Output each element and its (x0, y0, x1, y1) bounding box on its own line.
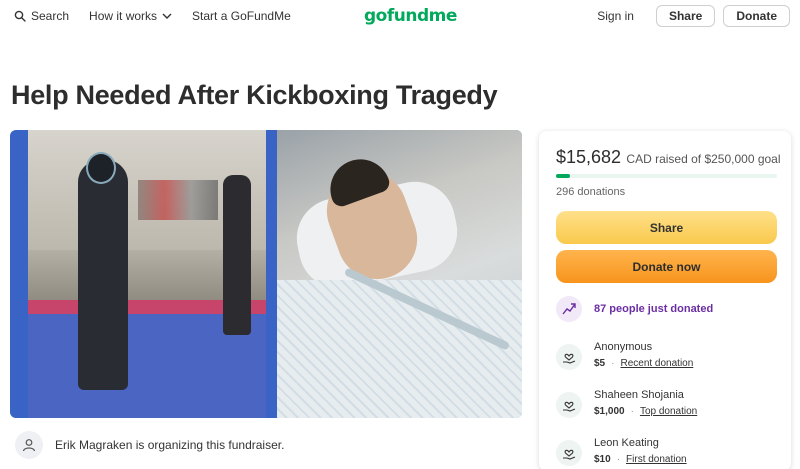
trending-up-icon (556, 296, 582, 322)
gofundme-logo[interactable]: gofundme (364, 6, 457, 26)
how-it-works-label: How it works (89, 9, 158, 23)
donor-amount: $5 (594, 358, 606, 369)
search-button[interactable]: Search (14, 9, 69, 23)
donor-tag-link[interactable]: Recent donation (620, 358, 693, 369)
donor-amount: $10 (594, 454, 611, 465)
donor-item: Leon Keating $10 · First donation (556, 437, 687, 466)
sign-in-link[interactable]: Sign in (597, 9, 634, 23)
donor-name: Leon Keating (594, 437, 659, 449)
donor-amount: $1,000 (594, 406, 625, 417)
kickboxing-photo (28, 130, 266, 418)
share-button[interactable]: Share (556, 211, 777, 244)
donor-tag-link[interactable]: Top donation (640, 406, 697, 417)
donor-item: Shaheen Shojania $1,000 · Top donation (556, 389, 697, 418)
top-navigation: Search How it works Start a GoFundMe gof… (0, 0, 800, 34)
photo-crowd (138, 180, 218, 220)
donation-card: $15,682 CAD raised of $250,000 goal 296 … (539, 131, 791, 469)
donations-count: 296 donations (556, 186, 626, 198)
heart-hand-icon (556, 392, 582, 418)
start-gofundme-link[interactable]: Start a GoFundMe (192, 9, 291, 23)
photo-referee (223, 175, 251, 335)
how-it-works-menu[interactable]: How it works (89, 9, 172, 23)
recent-activity-label: 87 people just donated (594, 303, 714, 315)
photo-fighter-head (86, 152, 116, 184)
hospital-photo (277, 130, 522, 418)
photo-fighter (78, 160, 128, 390)
recent-activity[interactable]: 87 people just donated (556, 296, 713, 322)
progress-fill (556, 174, 570, 178)
progress-bar (556, 174, 777, 178)
organizer-row: Erik Magraken is organizing this fundrai… (15, 431, 284, 459)
nav-left: Search How it works Start a GoFundMe (14, 9, 311, 23)
search-label: Search (31, 9, 70, 23)
donor-item: Anonymous $5 · Recent donation (556, 341, 693, 370)
raised-amount: $15,682 (556, 147, 622, 167)
donate-now-button[interactable]: Donate now (556, 250, 777, 283)
donor-name: Anonymous (594, 341, 653, 353)
donor-name: Shaheen Shojania (594, 389, 684, 401)
heart-hand-icon (556, 440, 582, 466)
organizer-text: Erik Magraken is organizing this fundrai… (55, 438, 285, 452)
raised-summary: $15,682 CAD raised of $250,000 goal (556, 147, 781, 168)
donor-tag-link[interactable]: First donation (626, 454, 687, 465)
search-icon (14, 10, 26, 22)
page-title: Help Needed After Kickboxing Tragedy (11, 80, 498, 110)
nav-right: Sign in Share Donate (597, 5, 790, 27)
heart-hand-icon (556, 344, 582, 370)
header-share-button[interactable]: Share (655, 5, 716, 27)
chevron-down-icon (162, 13, 172, 20)
campaign-image[interactable] (10, 130, 522, 418)
user-icon (15, 431, 43, 459)
header-donate-button[interactable]: Donate (723, 5, 790, 27)
raised-goal-text: CAD raised of $250,000 goal (626, 152, 781, 166)
